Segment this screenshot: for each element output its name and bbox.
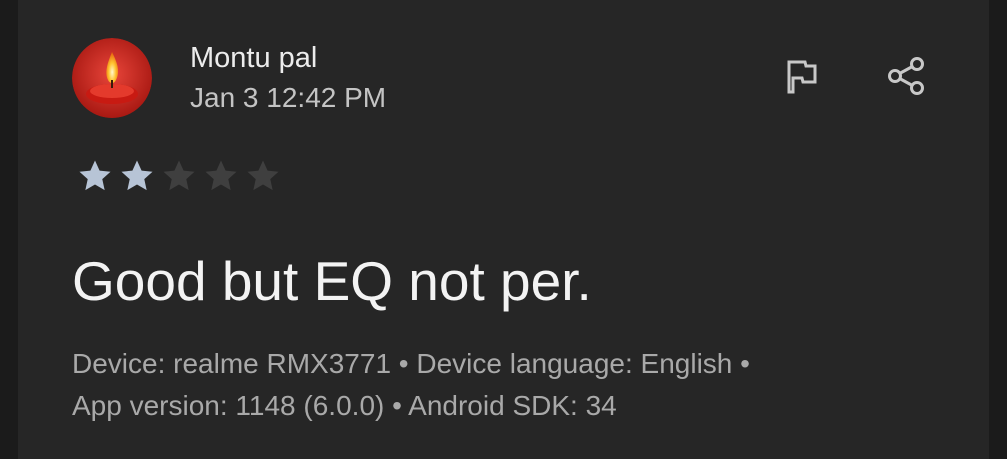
star-empty-icon (205, 160, 237, 191)
star-filled-icon (121, 160, 153, 191)
flag-icon (787, 60, 817, 94)
star-filled-icon (79, 160, 111, 191)
review-text: Good but EQ not per. (72, 250, 592, 312)
avatar (72, 38, 152, 118)
device-info: Device: realme RMX3771 • Device language… (72, 348, 750, 379)
share-button[interactable] (882, 52, 930, 100)
review-date: Jan 3 12:42 PM (190, 82, 387, 113)
star-rating (76, 157, 282, 195)
review-card: Montu pal Jan 3 12:42 PM Good but EQ not… (18, 0, 989, 459)
candle-avatar-icon (72, 38, 152, 118)
author-name: Montu pal (190, 42, 318, 74)
share-icon (888, 57, 924, 95)
review-metadata: Device: realme RMX3771 • Device language… (72, 343, 872, 427)
flag-button[interactable] (777, 52, 825, 100)
app-info: App version: 1148 (6.0.0) • Android SDK:… (72, 390, 617, 421)
star-empty-icon (247, 160, 279, 191)
star-empty-icon (163, 160, 195, 191)
